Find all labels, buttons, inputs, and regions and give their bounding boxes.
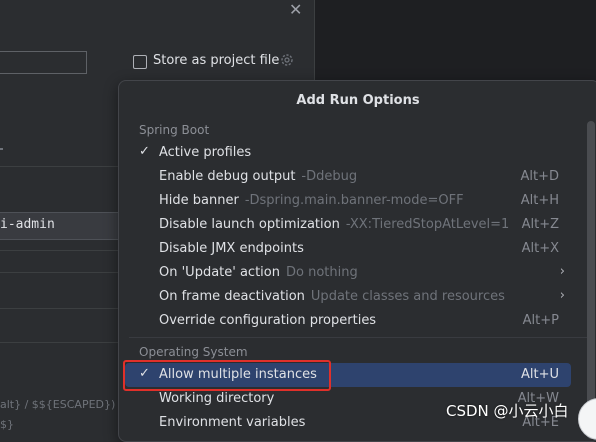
check-icon: ✓ (139, 144, 150, 159)
option-label: Disable JMX endpoints (159, 241, 304, 256)
faded-text: alt} / $${ESCAPED}) (0, 398, 116, 411)
shortcut-hint: Alt+P (522, 313, 559, 328)
name-input[interactable] (0, 51, 87, 74)
section-header-spring-boot: Spring Boot (139, 123, 210, 137)
option-enable-debug-output[interactable]: Enable debug output -Ddebug Alt+D (125, 165, 571, 189)
option-active-profiles[interactable]: ✓ Active profiles (125, 141, 571, 165)
shortcut-hint: Alt+X (521, 241, 559, 256)
option-override-configuration-properties[interactable]: Override configuration properties Alt+P (125, 309, 571, 333)
module-field-value: i-admin (0, 217, 55, 232)
option-disable-launch-optimization[interactable]: Disable launch optimization -XX:TieredSto… (125, 213, 571, 237)
option-on-update-action[interactable]: On 'Update' action Do nothing › (125, 261, 571, 285)
option-label: Environment variables (159, 415, 306, 430)
option-label: Enable debug output (159, 169, 296, 184)
section-header-operating-system: Operating System (139, 345, 248, 359)
option-hint: Update classes and resources (310, 289, 505, 304)
divider (0, 166, 118, 167)
option-hint: -Ddebug (301, 169, 358, 184)
divider (0, 342, 118, 343)
section-divider (129, 337, 587, 338)
shortcut-hint: Alt+D (520, 169, 559, 184)
option-hint: -XX:TieredStopAtLevel=1 (345, 217, 510, 232)
watermark: CSDN @小云小白 (446, 402, 569, 420)
option-disable-jmx-endpoints[interactable]: Disable JMX endpoints Alt+X (125, 237, 571, 261)
option-label: Hide banner (159, 193, 239, 208)
option-label: Working directory (159, 391, 275, 406)
shortcut-hint: Alt+U (520, 367, 559, 382)
option-label: Disable launch optimization (159, 217, 340, 232)
divider (0, 148, 3, 150)
option-on-frame-deactivation[interactable]: On frame deactivation Update classes and … (125, 285, 571, 309)
store-as-project-file-label[interactable]: Store as project file (153, 53, 279, 68)
option-hint: Do nothing (285, 265, 358, 280)
scrollbar[interactable] (587, 121, 595, 439)
option-hide-banner[interactable]: Hide banner -Dspring.main.banner-mode=OFF… (125, 189, 571, 213)
option-label: On frame deactivation (159, 289, 305, 304)
gear-icon[interactable] (279, 52, 295, 68)
shortcut-hint: Alt+H (520, 193, 559, 208)
divider (0, 308, 118, 309)
option-label: Override configuration properties (159, 313, 377, 328)
close-icon[interactable]: ✕ (289, 2, 305, 18)
divider (0, 250, 118, 251)
option-label: On 'Update' action (159, 265, 280, 280)
divider (0, 272, 118, 273)
popup-title: Add Run Options (296, 93, 420, 108)
faded-text: $} (0, 418, 14, 431)
highlight-annotation-box (123, 360, 331, 391)
chevron-right-icon: › (559, 264, 565, 279)
shortcut-hint: Alt+Z (521, 217, 559, 232)
option-label: Active profiles (159, 145, 252, 160)
chevron-right-icon: › (559, 288, 565, 303)
store-as-project-file-checkbox[interactable] (133, 55, 147, 69)
option-hint: -Dspring.main.banner-mode=OFF (244, 193, 464, 208)
